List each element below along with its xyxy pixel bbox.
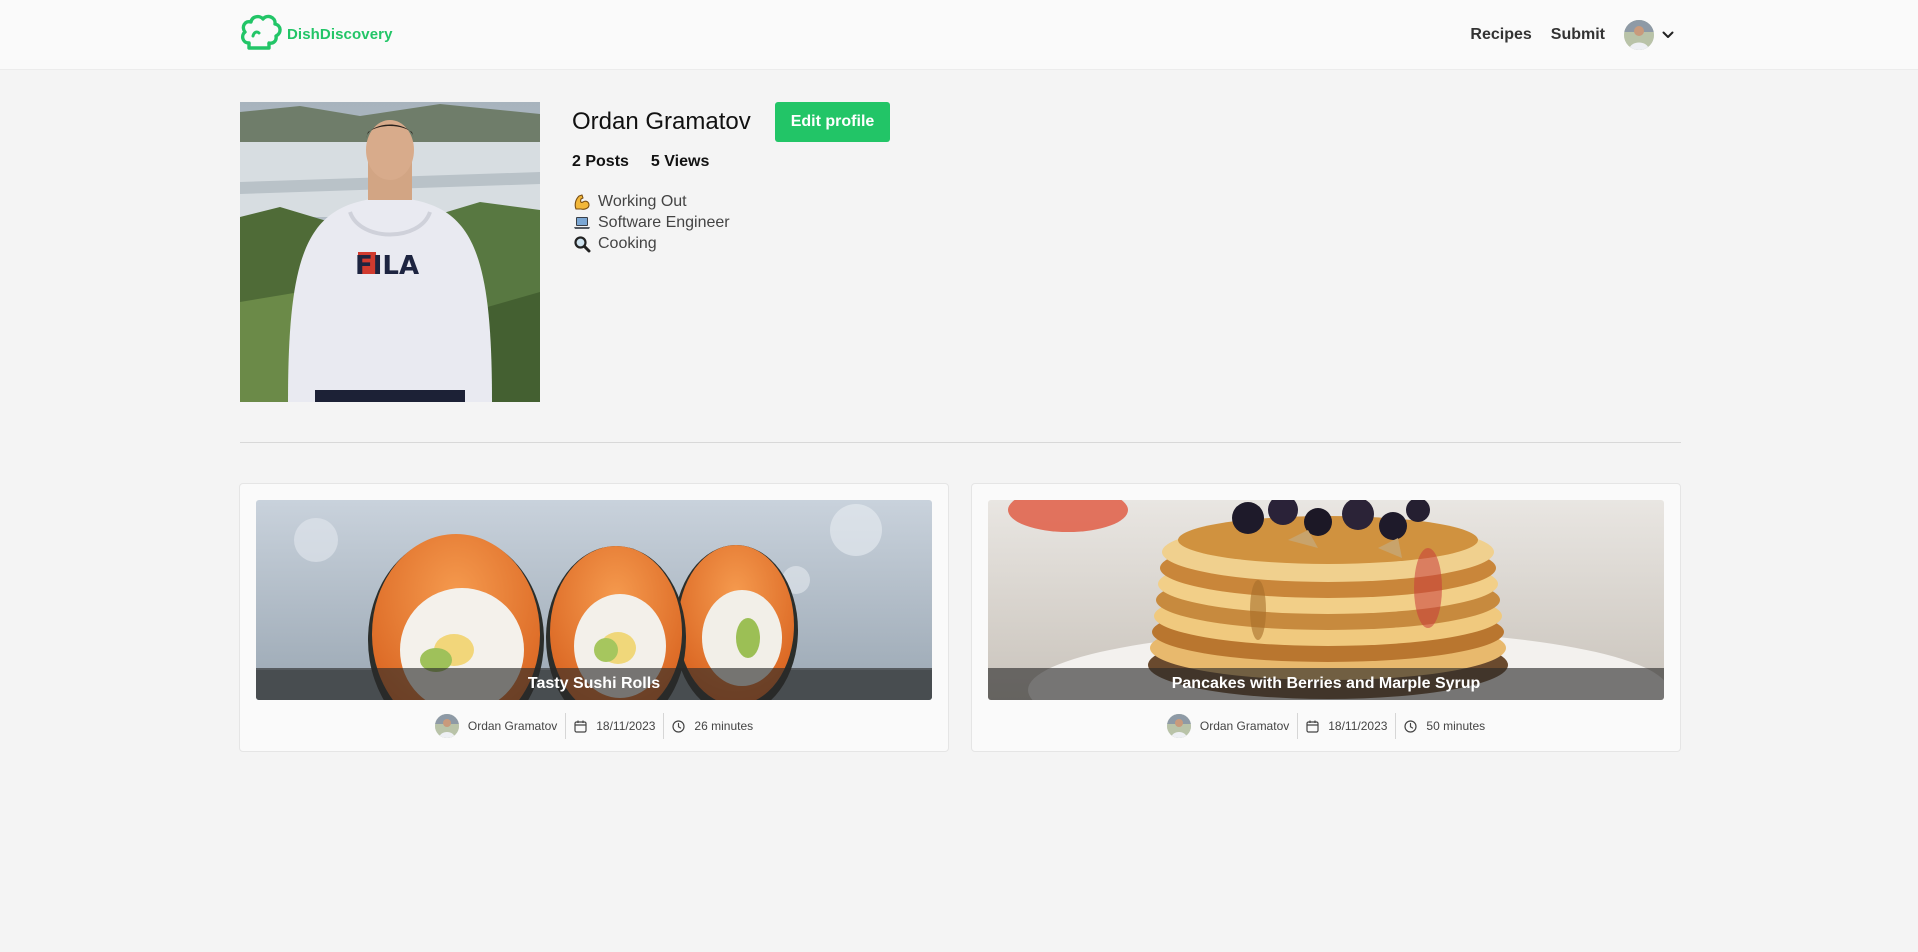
recipe-time: 26 minutes: [694, 719, 754, 733]
user-avatar[interactable]: [1624, 20, 1654, 50]
interest-label: Software Engineer: [598, 213, 730, 231]
author-avatar: [434, 714, 459, 738]
calendar-icon: [1306, 720, 1319, 733]
interest-label: Cooking: [598, 234, 657, 252]
clock-icon: [672, 719, 686, 733]
meta-author: Ordan Gramatov: [427, 713, 565, 739]
top-navbar: DishDiscovery Recipes Submit: [0, 0, 1918, 70]
interest-item: Working Out: [572, 191, 890, 212]
nav-link-submit[interactable]: Submit: [1551, 26, 1605, 44]
chef-hat-logo-icon: [239, 13, 283, 56]
recipe-card[interactable]: Tasty Sushi Rolls Ordan Gramatov 18/11/2…: [239, 483, 949, 752]
posts-count: 2 Posts: [572, 153, 629, 170]
interests-list: Working Out Software Engineer Cooking: [572, 191, 890, 254]
brand-logo-link[interactable]: DishDiscovery: [239, 14, 393, 54]
recipe-image-link[interactable]: Tasty Sushi Rolls: [256, 500, 932, 700]
author-name: Ordan Gramatov: [467, 719, 558, 733]
profile-name: Ordan Gramatov: [572, 108, 751, 135]
profile-photo: FILA: [240, 102, 540, 402]
svg-text:FILA: FILA: [355, 251, 419, 281]
calendar-icon: [574, 720, 587, 733]
recipe-date: 18/11/2023: [1328, 719, 1388, 733]
meta-date: 18/11/2023: [1297, 713, 1395, 739]
interest-item: Software Engineer: [572, 212, 890, 233]
meta-time: 26 minutes: [663, 713, 761, 739]
nav-link-recipes[interactable]: Recipes: [1470, 26, 1531, 44]
recipe-meta: Ordan Gramatov 18/11/2023 50 minutes: [972, 711, 1680, 741]
flexed-biceps-icon: [572, 193, 592, 211]
meta-author: Ordan Gramatov: [1159, 713, 1297, 739]
nav-links: Recipes Submit: [1451, 18, 1674, 52]
recipe-meta: Ordan Gramatov 18/11/2023 26 minutes: [240, 711, 948, 741]
recipe-title[interactable]: Tasty Sushi Rolls: [528, 675, 660, 693]
interest-label: Working Out: [598, 192, 687, 210]
meta-date: 18/11/2023: [565, 713, 663, 739]
magnifying-glass-icon: [572, 235, 592, 253]
profile-info: Ordan Gramatov Edit profile 2 Posts 5 Vi…: [572, 102, 891, 254]
recipe-time: 50 minutes: [1426, 719, 1486, 733]
section-divider: [240, 442, 1681, 443]
profile-stats: 2 Posts 5 Views: [572, 153, 890, 171]
author-name: Ordan Gramatov: [1199, 719, 1290, 733]
author-avatar: [1166, 714, 1191, 738]
card-title-bar: Tasty Sushi Rolls: [256, 668, 932, 700]
recipe-card[interactable]: Pancakes with Berries and Marple Syrup O…: [971, 483, 1681, 752]
brand-name: DishDiscovery: [287, 25, 393, 43]
recipe-title[interactable]: Pancakes with Berries and Marple Syrup: [1172, 675, 1481, 693]
card-title-bar: Pancakes with Berries and Marple Syrup: [988, 668, 1664, 700]
edit-profile-button[interactable]: Edit profile: [774, 102, 891, 142]
clock-icon: [1404, 719, 1418, 733]
views-count: 5 Views: [650, 153, 710, 170]
interest-item: Cooking: [572, 233, 890, 254]
meta-time: 50 minutes: [1395, 713, 1493, 739]
recipe-date: 18/11/2023: [596, 719, 656, 733]
recipe-image-link[interactable]: Pancakes with Berries and Marple Syrup: [988, 500, 1664, 700]
chevron-down-icon[interactable]: [1662, 31, 1674, 39]
laptop-icon: [572, 214, 592, 232]
